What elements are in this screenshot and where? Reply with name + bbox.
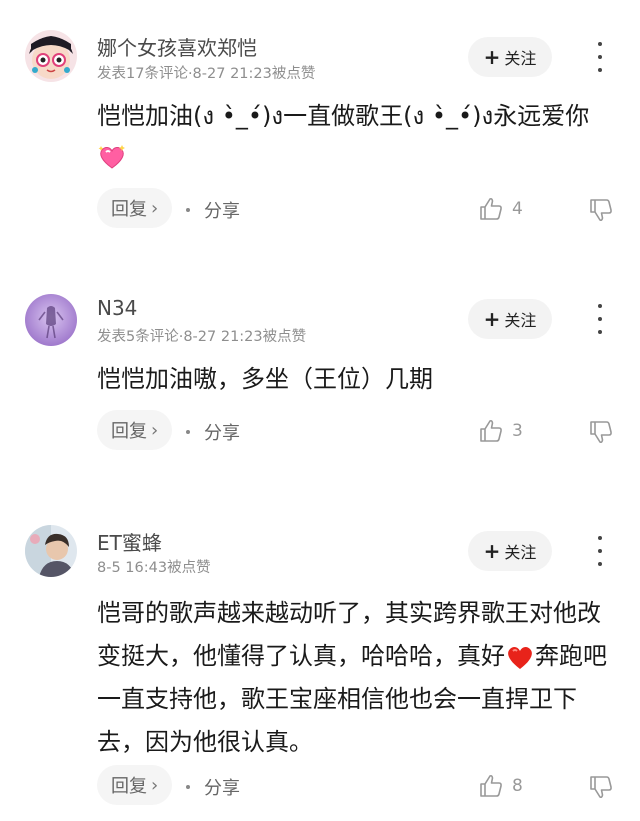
thumbs-up-icon	[480, 774, 502, 797]
chevron-right-icon: ›	[151, 197, 159, 219]
separator-dot	[186, 430, 190, 434]
thumbs-up-icon	[480, 419, 502, 442]
dislike-button[interactable]	[588, 774, 614, 804]
avatar[interactable]	[25, 525, 77, 577]
avatar[interactable]	[25, 294, 77, 346]
follow-button[interactable]: + 关注	[468, 299, 552, 339]
follow-button[interactable]: + 关注	[468, 37, 552, 77]
comment-text: 恺恺加油嗷，多坐（王位）几期	[97, 359, 617, 399]
username[interactable]: ET蜜蜂	[97, 527, 162, 556]
share-label: 分享	[204, 423, 240, 444]
separator-dot	[186, 785, 190, 789]
username[interactable]: 娜个女孩喜欢郑恺	[97, 32, 257, 61]
follow-label: 关注	[504, 311, 537, 330]
chevron-right-icon: ›	[151, 419, 159, 441]
follow-button[interactable]: + 关注	[468, 531, 552, 571]
like-button[interactable]: 3	[478, 418, 523, 444]
share-button[interactable]: 分享	[186, 197, 240, 223]
dislike-button[interactable]	[588, 197, 614, 227]
comment-meta: 发表17条评论·8-27 21:23被点赞	[97, 66, 316, 82]
chevron-right-icon: ›	[151, 774, 159, 796]
share-label: 分享	[204, 778, 240, 799]
sparkling-heart-icon	[98, 145, 125, 169]
plus-icon: +	[483, 539, 501, 563]
share-label: 分享	[204, 201, 240, 222]
thumbs-up-icon	[480, 197, 502, 220]
share-button[interactable]: 分享	[186, 419, 240, 445]
like-count: 3	[512, 421, 523, 441]
share-button[interactable]: 分享	[186, 774, 240, 800]
comment-meta: 8-5 16:43被点赞	[97, 560, 211, 576]
comment-meta: 发表5条评论·8-27 21:23被点赞	[97, 329, 307, 345]
thumbs-down-icon	[590, 199, 612, 222]
plus-icon: +	[483, 45, 501, 69]
more-vertical-icon[interactable]	[590, 536, 610, 566]
follow-label: 关注	[504, 49, 537, 68]
comment-text: 恺哥的歌声越来越动听了，其实跨界歌王对他改变挺大，他懂得了认真，哈哈哈，真好 奔跑…	[97, 592, 617, 764]
username[interactable]: N34	[97, 296, 137, 320]
reply-button[interactable]: 回复 ›	[97, 188, 173, 228]
reply-label: 回复	[111, 199, 147, 220]
avatar[interactable]	[25, 30, 77, 82]
comment-text: 恺恺加油(ง •̀_•́)ง一直做歌王(ง •̀_•́)ง永远爱你	[97, 96, 617, 176]
thumbs-down-icon	[590, 776, 612, 799]
reply-label: 回复	[111, 776, 147, 797]
like-button[interactable]: 8	[478, 773, 523, 799]
like-count: 4	[512, 199, 523, 219]
reply-button[interactable]: 回复 ›	[97, 765, 173, 805]
like-button[interactable]: 4	[478, 196, 523, 222]
follow-label: 关注	[504, 543, 537, 562]
more-vertical-icon[interactable]	[590, 42, 610, 72]
thumbs-down-icon	[590, 421, 612, 444]
dislike-button[interactable]	[588, 419, 614, 449]
reply-button[interactable]: 回复 ›	[97, 410, 173, 450]
comment-text-content: 恺恺加油(ง •̀_•́)ง一直做歌王(ง •̀_•́)ง永远爱你	[97, 102, 590, 130]
reply-label: 回复	[111, 421, 147, 442]
more-vertical-icon[interactable]	[590, 304, 610, 334]
red-heart-icon	[508, 647, 532, 669]
comment-text-content: 恺恺加油嗷，多坐（王位）几期	[97, 365, 433, 393]
like-count: 8	[512, 776, 523, 796]
separator-dot	[186, 208, 190, 212]
plus-icon: +	[483, 307, 501, 331]
